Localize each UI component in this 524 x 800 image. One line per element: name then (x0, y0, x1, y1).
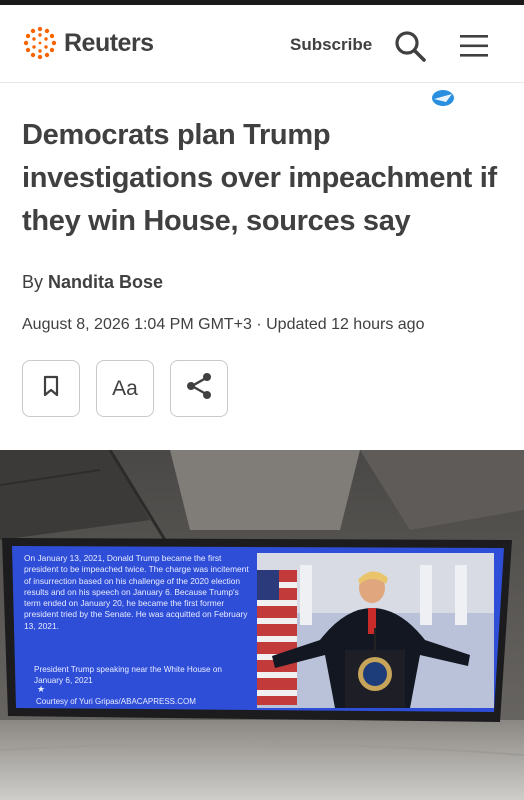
bookmark-button[interactable] (22, 360, 80, 417)
hamburger-menu-icon[interactable] (459, 33, 489, 59)
byline-prefix: By (22, 272, 44, 292)
text-size-label: Aa (112, 376, 138, 400)
bookmark-icon (42, 375, 60, 402)
screen-credit-text: Courtesy of Yuri Gripas/ABACAPRESS.COM (36, 697, 196, 706)
reuters-logo[interactable]: Reuters (22, 25, 154, 61)
byline: By Nandita Bose (22, 272, 163, 293)
dateline: August 8, 2026 1:04 PM GMT+3 · Updated 1… (22, 316, 425, 333)
reuters-dot-logo-icon (22, 25, 58, 61)
screen-star-icon: ★ (37, 684, 46, 694)
site-header: Reuters Subscribe (0, 5, 524, 83)
subscribe-link[interactable]: Subscribe (290, 35, 372, 55)
screen-description-text: On January 13, 2021, Donald Trump became… (24, 553, 249, 631)
search-icon[interactable] (393, 29, 427, 63)
share-icon (184, 371, 214, 406)
floating-badge-icon[interactable] (430, 88, 456, 108)
share-button[interactable] (170, 360, 228, 417)
article-headline: Democrats plan Trump investigations over… (22, 119, 497, 237)
brand-name: Reuters (64, 28, 154, 57)
text-size-button[interactable]: Aa (96, 360, 154, 417)
author-link[interactable]: Nandita Bose (48, 272, 163, 292)
screen-caption-text: President Trump speaking near the White … (34, 665, 222, 685)
